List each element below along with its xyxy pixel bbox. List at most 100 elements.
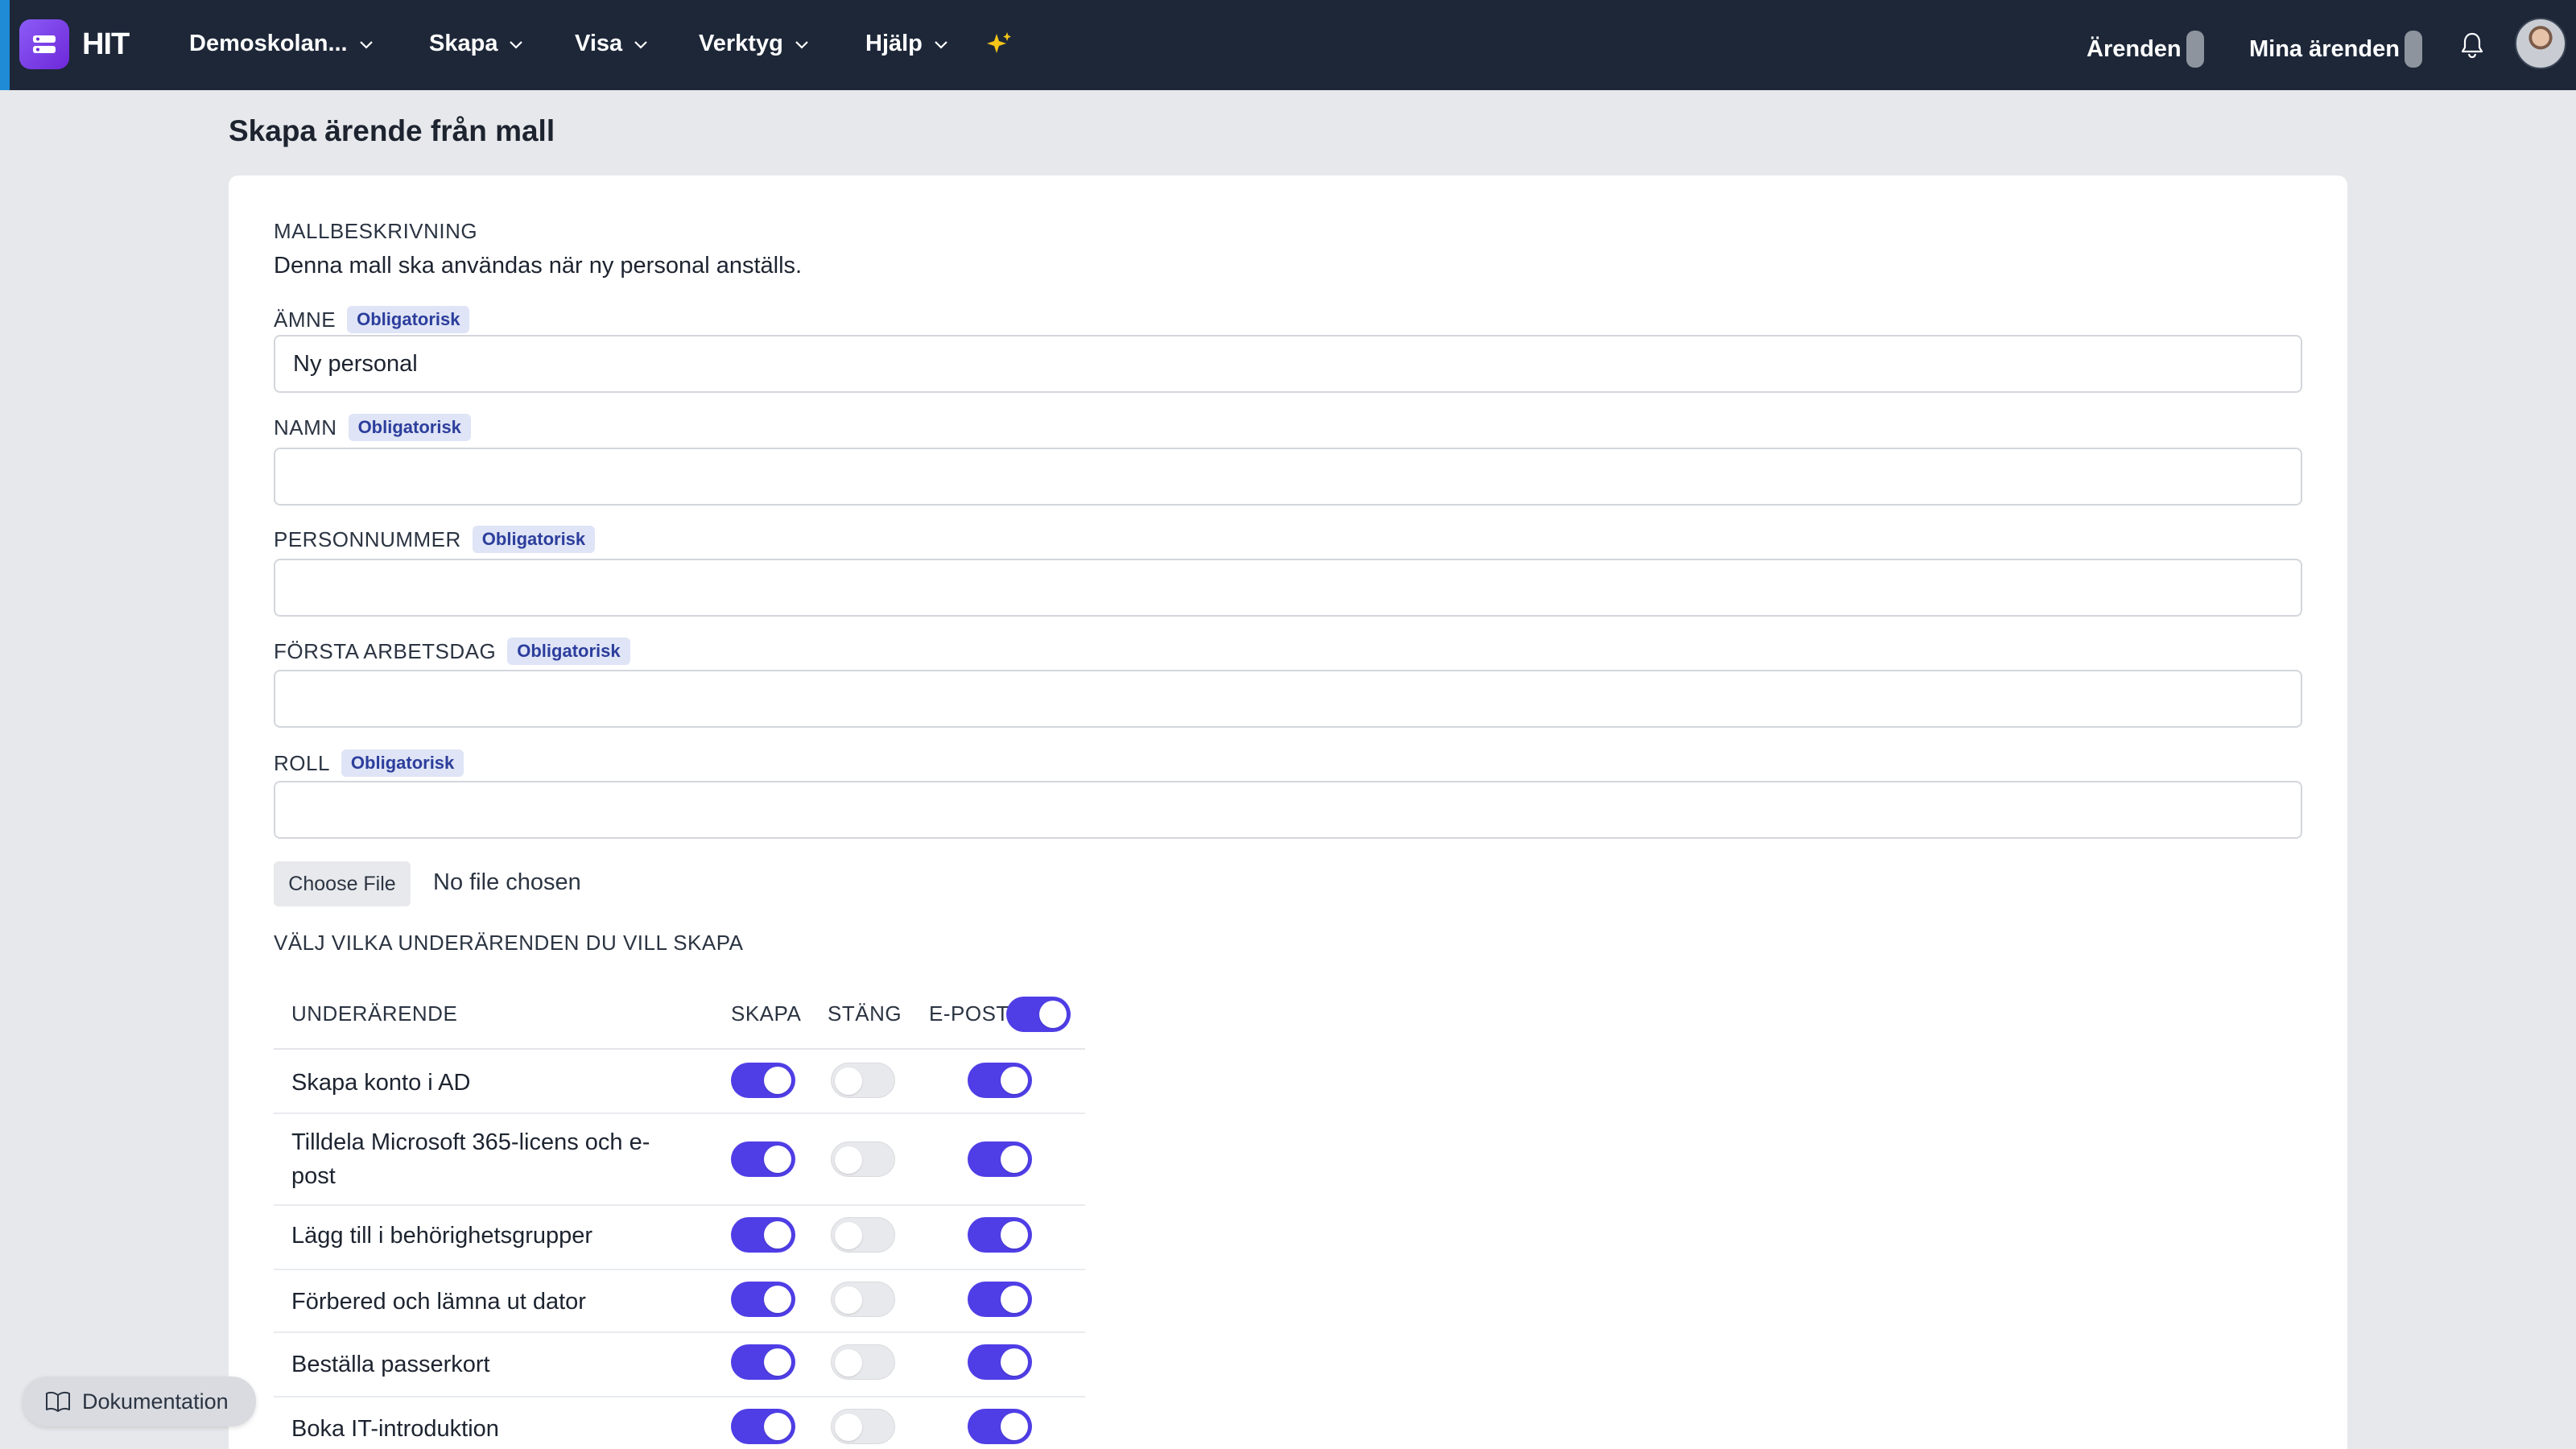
chevron-down-icon	[795, 40, 808, 49]
table-row: Lägg till i behörighetsgrupper	[274, 1206, 1085, 1270]
subtask-name: Boka IT-introduktion	[291, 1412, 499, 1446]
toggle-knob	[1001, 1067, 1028, 1094]
create-toggle[interactable]	[731, 1217, 795, 1253]
email-toggle[interactable]	[968, 1063, 1032, 1098]
nav-item-label: Demoskolan...	[189, 31, 348, 56]
nav-item-tools[interactable]: Verktyg	[699, 31, 811, 57]
toggle-knob	[1001, 1221, 1028, 1249]
nav-item-label: Verktyg	[699, 31, 783, 56]
subtasks-table: UNDERÄRENDE SKAPA STÄNG E-POST Skapa kon…	[274, 984, 1085, 1449]
subtask-name-line: Tilldela Microsoft 365-licens och e-	[291, 1129, 650, 1155]
toggle-knob	[764, 1348, 791, 1376]
nav-item-view[interactable]: Visa	[575, 31, 650, 57]
documentation-button[interactable]: Dokumentation	[23, 1377, 256, 1426]
choose-file-button[interactable]: Choose File	[274, 861, 411, 906]
table-row: Boka IT-introduktion	[274, 1397, 1085, 1449]
close-toggle[interactable]	[831, 1217, 895, 1253]
required-badge: Obligatorisk	[472, 526, 596, 553]
sparkle-icon[interactable]	[984, 29, 1014, 60]
required-badge: Obligatorisk	[341, 749, 464, 777]
subtask-name-line: Förbered och lämna ut dator	[291, 1289, 586, 1315]
user-avatar[interactable]	[2515, 18, 2566, 69]
subtask-name: Förbered och lämna ut dator	[291, 1285, 586, 1319]
email-toggle[interactable]	[968, 1409, 1032, 1444]
close-toggle[interactable]	[831, 1063, 895, 1098]
close-toggle[interactable]	[831, 1344, 895, 1380]
description-label: MALLBESKRIVNING	[274, 219, 478, 243]
subtask-name-line: Boka IT-introduktion	[291, 1416, 499, 1442]
close-toggle[interactable]	[831, 1141, 895, 1177]
book-icon	[46, 1391, 70, 1412]
app-logo[interactable]	[19, 19, 69, 69]
nav-cases-label: Ärenden	[2087, 35, 2182, 62]
required-badge: Obligatorisk	[507, 638, 630, 665]
personal-number-label-row: PERSONNUMMER Obligatorisk	[274, 526, 596, 553]
create-toggle[interactable]	[731, 1344, 795, 1380]
toggle-knob	[1001, 1413, 1028, 1440]
description-label-row: MALLBESKRIVNING	[274, 219, 477, 244]
nav-item-label: Hjälp	[865, 31, 923, 56]
toggle-knob	[764, 1146, 791, 1173]
required-badge: Obligatorisk	[348, 414, 471, 441]
column-header-email: E-POST	[929, 1001, 1009, 1026]
email-toggle[interactable]	[968, 1217, 1032, 1253]
column-header-close: STÄNG	[828, 1001, 902, 1026]
subtask-name: Tilldela Microsoft 365-licens och e- pos…	[291, 1125, 650, 1193]
role-label-row: ROLL Obligatorisk	[274, 749, 464, 777]
nav-my-cases[interactable]: Mina ärenden	[2249, 31, 2422, 68]
toggle-knob	[835, 1414, 862, 1441]
toggle-knob	[835, 1222, 862, 1249]
name-input[interactable]	[274, 448, 2302, 506]
nav-item-label: Skapa	[429, 31, 498, 56]
first-workday-label: FÖRSTA ARBETSDAG	[274, 638, 497, 663]
chevron-down-icon	[510, 40, 523, 49]
nav-cases[interactable]: Ärenden	[2087, 31, 2204, 68]
first-workday-input[interactable]	[274, 670, 2302, 728]
email-all-toggle[interactable]	[1006, 997, 1071, 1032]
subtask-name: Skapa konto i AD	[291, 1066, 470, 1100]
role-input[interactable]	[274, 781, 2302, 839]
close-toggle[interactable]	[831, 1409, 895, 1444]
bell-icon[interactable]	[2458, 31, 2486, 60]
create-toggle[interactable]	[731, 1409, 795, 1444]
logo-icon	[33, 35, 56, 53]
chevron-down-icon	[634, 40, 647, 49]
subject-input[interactable]	[274, 335, 2302, 393]
toggle-knob	[1039, 1001, 1067, 1028]
subject-label: ÄMNE	[274, 307, 336, 332]
subject-label-row: ÄMNE Obligatorisk	[274, 306, 470, 333]
table-row: Skapa konto i AD	[274, 1050, 1085, 1114]
chevron-down-icon	[359, 40, 373, 49]
create-toggle[interactable]	[731, 1141, 795, 1177]
email-toggle[interactable]	[968, 1344, 1032, 1380]
nav-item-school[interactable]: Demoskolan...	[189, 31, 375, 57]
subtask-name-line: post	[291, 1163, 336, 1189]
subtask-name-line: Skapa konto i AD	[291, 1070, 471, 1096]
role-label: ROLL	[274, 750, 330, 775]
subtask-name: Lägg till i behörighetsgrupper	[291, 1219, 592, 1253]
table-row: Förbered och lämna ut dator	[274, 1270, 1085, 1333]
toggle-knob	[764, 1286, 791, 1313]
email-toggle[interactable]	[968, 1141, 1032, 1177]
subtask-name-line: Beställa passerkort	[291, 1352, 490, 1377]
nav-item-create[interactable]: Skapa	[429, 31, 525, 57]
chevron-down-icon	[935, 40, 947, 49]
nav-item-help[interactable]: Hjälp	[865, 31, 950, 57]
app-name: HIT	[82, 27, 130, 61]
subtask-name-line: Lägg till i behörighetsgrupper	[291, 1223, 593, 1249]
toggle-knob	[835, 1067, 862, 1095]
column-header-create: SKAPA	[731, 1001, 802, 1026]
create-toggle[interactable]	[731, 1063, 795, 1098]
create-toggle[interactable]	[731, 1282, 795, 1317]
email-toggle[interactable]	[968, 1282, 1032, 1317]
nav-item-label: Visa	[575, 31, 623, 56]
template-description: Denna mall ska användas när ny personal …	[274, 253, 803, 279]
toggle-knob	[835, 1286, 862, 1314]
close-toggle[interactable]	[831, 1282, 895, 1317]
toggle-knob	[1001, 1146, 1028, 1173]
toggle-knob	[1001, 1286, 1028, 1313]
file-status: No file chosen	[433, 869, 581, 895]
personal-number-input[interactable]	[274, 559, 2302, 617]
documentation-label: Dokumentation	[82, 1389, 229, 1414]
toggle-knob	[835, 1349, 862, 1377]
